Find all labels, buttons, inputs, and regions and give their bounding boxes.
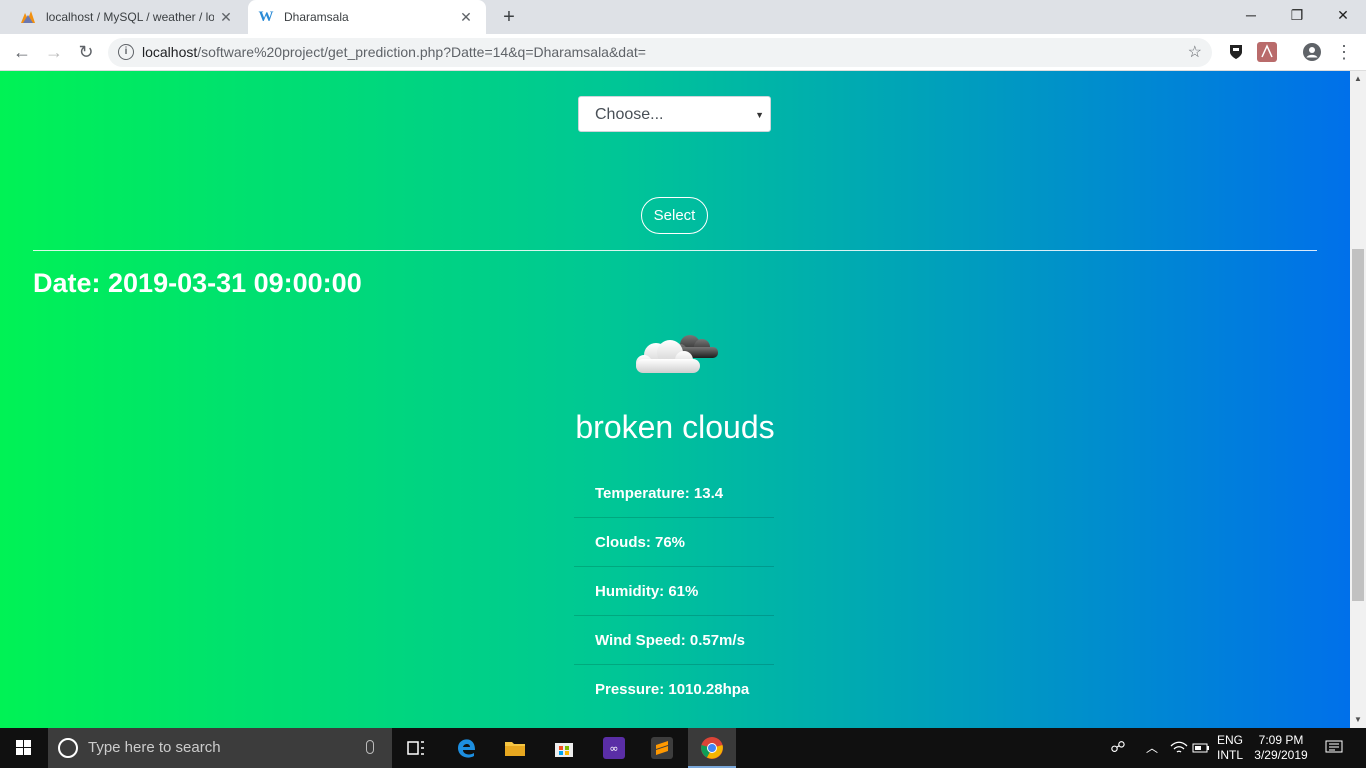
sublime-text-icon[interactable] <box>650 736 674 760</box>
stat-clouds: Clouds: 76% <box>574 518 774 567</box>
select-button[interactable]: Select <box>641 197 708 234</box>
stat-wind-speed: Wind Speed: 0.57m/s <box>574 616 774 665</box>
close-tab-icon[interactable]: ✕ <box>214 9 238 26</box>
windows-start-icon[interactable] <box>0 728 48 768</box>
shield-extension-icon[interactable] <box>1226 42 1246 62</box>
restore-button[interactable]: ❐ <box>1274 0 1320 30</box>
forecast-date: Date: 2019-03-31 09:00:00 <box>33 268 362 298</box>
tab-title: localhost / MySQL / weather / lo <box>46 10 214 24</box>
bookmark-star-icon[interactable]: ☆ <box>1188 38 1202 67</box>
stat-pressure: Pressure: 1010.28hpa <box>595 681 750 698</box>
keyboard-layout: INTL <box>1216 748 1243 762</box>
address-bar[interactable]: i localhost/software%20project/get_predi… <box>108 38 1212 67</box>
select-value: Choose... <box>595 106 664 123</box>
close-tab-icon[interactable]: ✕ <box>454 9 478 26</box>
language-code: ENG <box>1216 733 1243 747</box>
profile-avatar-icon[interactable] <box>1302 42 1322 62</box>
info-icon[interactable]: i <box>118 44 134 60</box>
clock-time: 7:09 PM <box>1258 733 1304 747</box>
stat-temperature: Temperature: 13.4 <box>574 469 774 518</box>
weather-stats-list: Temperature: 13.4 Clouds: 76% Humidity: … <box>574 469 774 714</box>
page-content: Choose... ▼ Select Date: 2019-03-31 09:0… <box>0 71 1350 728</box>
taskbar-search[interactable]: Type here to search <box>48 728 392 768</box>
chrome-icon <box>701 737 723 759</box>
menu-kebab-icon[interactable]: ⋮ <box>1330 38 1358 66</box>
search-placeholder: Type here to search <box>88 739 221 756</box>
date-select[interactable]: Choose... ▼ <box>578 96 771 132</box>
notifications-icon[interactable] <box>1322 728 1346 768</box>
clock-date: 3/29/2019 <box>1254 748 1308 762</box>
chrome-taskbar-button[interactable] <box>688 728 736 768</box>
new-tab-button[interactable]: + <box>497 4 521 30</box>
scroll-thumb[interactable] <box>1352 249 1364 601</box>
language-indicator[interactable]: ENG INTL <box>1212 728 1248 768</box>
url-text[interactable]: localhost/software%20project/get_predict… <box>142 38 646 67</box>
svg-text:∞: ∞ <box>609 742 618 755</box>
chevron-up-icon[interactable]: ︿ <box>1142 728 1162 768</box>
tab-phpmyadmin[interactable]: localhost / MySQL / weather / lo ✕ <box>10 0 246 34</box>
divider <box>33 250 1317 251</box>
reload-icon[interactable]: ↻ <box>72 38 100 66</box>
weather-description: broken clouds <box>575 409 775 445</box>
cortana-icon <box>58 738 78 758</box>
tab-dharamsala[interactable]: W Dharamsala ✕ <box>248 0 486 34</box>
back-arrow-icon[interactable]: ← <box>8 38 36 66</box>
tab-title: Dharamsala <box>284 10 349 24</box>
scroll-down-icon[interactable]: ▼ <box>1350 712 1366 728</box>
pdf-extension-icon[interactable] <box>1257 42 1277 62</box>
minimize-button[interactable]: ─ <box>1228 0 1274 30</box>
forward-arrow-icon[interactable]: → <box>40 38 68 66</box>
url-path: /software%20project/get_prediction.php?D… <box>197 44 646 60</box>
close-window-button[interactable]: ✕ <box>1320 0 1366 30</box>
microphone-icon[interactable] <box>366 740 374 754</box>
scroll-up-icon[interactable]: ▲ <box>1350 71 1366 87</box>
store-icon[interactable] <box>552 736 576 760</box>
battery-icon[interactable] <box>1190 728 1212 768</box>
url-host: localhost <box>142 44 198 60</box>
clock[interactable]: 7:09 PM 3/29/2019 <box>1250 728 1312 768</box>
wifi-icon[interactable] <box>1168 728 1190 768</box>
w-icon: W <box>258 8 274 25</box>
file-explorer-icon[interactable] <box>503 736 527 760</box>
task-view-icon[interactable] <box>404 736 428 760</box>
people-icon[interactable]: ☍ <box>1106 728 1130 768</box>
stat-humidity: Humidity: 61% <box>574 567 774 616</box>
windows-taskbar: Type here to search ∞ ☍ ︿ ENG INTL 7:09 … <box>0 728 1366 768</box>
phpmyadmin-icon <box>20 9 36 25</box>
chevron-down-icon: ▼ <box>755 110 764 120</box>
browser-toolbar: ← → ↻ i localhost/software%20project/get… <box>0 34 1366 71</box>
edge-browser-icon[interactable] <box>455 736 479 760</box>
broken-clouds-icon <box>632 329 722 379</box>
tab-strip: localhost / MySQL / weather / lo ✕ W Dha… <box>0 0 1366 34</box>
arduino-icon[interactable]: ∞ <box>602 736 626 760</box>
page-scrollbar[interactable]: ▲ ▼ <box>1350 71 1366 728</box>
